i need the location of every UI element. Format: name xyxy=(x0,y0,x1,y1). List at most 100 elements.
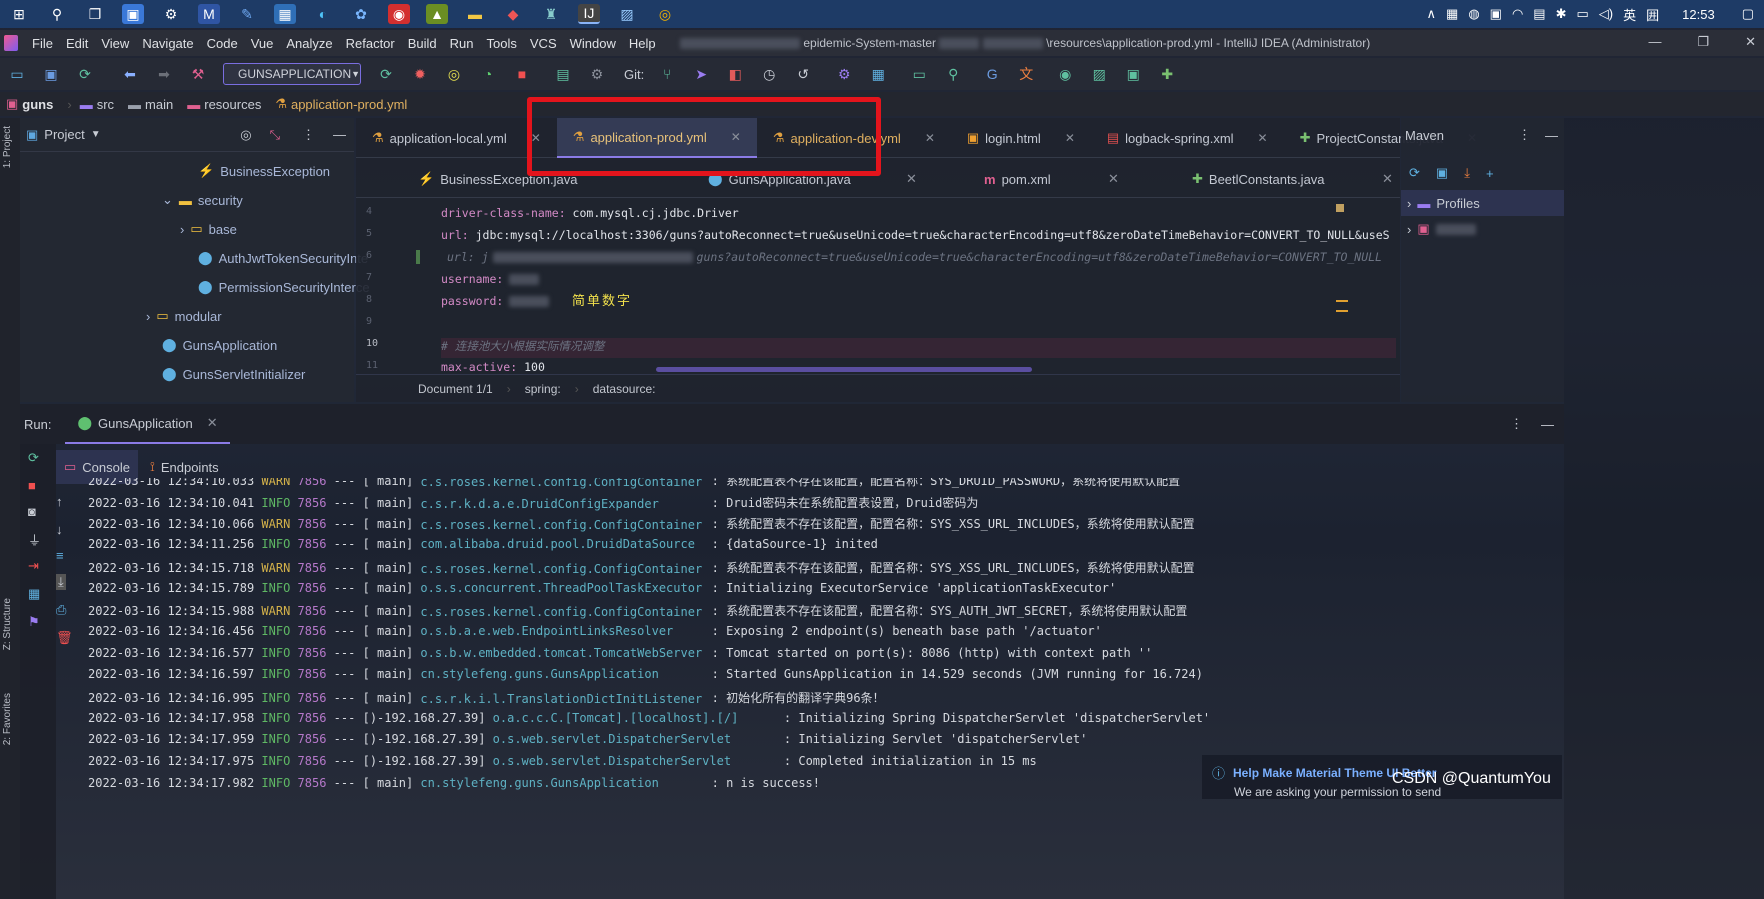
close-icon[interactable]: ✕ xyxy=(207,415,218,431)
close-icon[interactable]: ✕ xyxy=(1745,34,1756,50)
search-icon[interactable]: ⚲ xyxy=(46,4,68,24)
code-editor[interactable]: driver-class-name: com.mysql.cj.jdbc.Dri… xyxy=(441,202,1396,374)
menu-analyze[interactable]: Analyze xyxy=(286,36,332,51)
maven-profiles-node[interactable]: › ▬ Profiles xyxy=(1401,190,1564,216)
ime-grid-icon[interactable]: 囲 xyxy=(1646,5,1659,24)
hide-icon[interactable]: — xyxy=(1545,128,1558,143)
netease-music-icon[interactable]: ◉ xyxy=(388,4,410,24)
hide-icon[interactable]: — xyxy=(333,127,346,142)
close-icon[interactable]: ✕ xyxy=(1382,160,1393,198)
close-icon[interactable]: ✕ xyxy=(925,131,935,145)
log-class[interactable]: c.s.r.k.d.a.e.DruidConfigExpander xyxy=(420,497,704,511)
coverage-icon[interactable]: ◎ xyxy=(444,64,464,84)
tray-app-icon[interactable]: ▤ xyxy=(1533,6,1545,22)
image-viewer-icon[interactable]: ▨ xyxy=(616,4,638,24)
ime-indicator[interactable]: 英 xyxy=(1623,5,1636,24)
menu-edit[interactable]: Edit xyxy=(66,36,88,51)
log-class[interactable]: o.s.s.concurrent.ThreadPoolTaskExecutor xyxy=(420,581,704,595)
profile-icon[interactable]: ◔ xyxy=(478,64,498,84)
close-icon[interactable]: ✕ xyxy=(906,160,917,198)
edge-browser-icon[interactable]: ◐ xyxy=(312,4,334,24)
build-hammer-icon[interactable]: ⚒ xyxy=(188,64,208,84)
hide-icon[interactable]: — xyxy=(1541,417,1554,432)
reimport-icon[interactable]: ▣ xyxy=(1436,165,1448,181)
print-icon[interactable]: ⎙ xyxy=(56,602,66,618)
pen-icon[interactable]: ✎ xyxy=(236,4,258,24)
log-class[interactable]: cn.stylefeng.guns.GunsApplication xyxy=(420,667,704,681)
chevron-up-icon[interactable]: ∧ xyxy=(1427,6,1437,22)
log-class[interactable]: c.s.r.k.i.l.TranslationDictInitListener xyxy=(420,692,704,706)
breadcrumb-item[interactable]: ▬ src xyxy=(80,97,114,112)
translate-icon[interactable]: G xyxy=(982,64,1002,84)
maven-project-node[interactable]: › ▣ xyxy=(1401,216,1564,242)
download-icon[interactable]: ⤓ xyxy=(1464,165,1470,181)
app-icon[interactable]: ◆ xyxy=(502,4,524,24)
chevron-right-icon[interactable]: › xyxy=(146,309,150,324)
settings-icon[interactable]: ⚙ xyxy=(160,4,182,24)
sync-icon[interactable]: ⟳ xyxy=(75,64,95,84)
menu-code[interactable]: Code xyxy=(207,36,238,51)
app-icon[interactable]: ▣ xyxy=(122,4,144,24)
structure-tool-window-label[interactable]: Z: Structure xyxy=(2,598,13,650)
breadcrumb-item[interactable]: ▣ guns xyxy=(6,96,53,112)
battery-icon[interactable]: ▭ xyxy=(1577,6,1589,22)
log-class[interactable]: o.s.web.servlet.DispatcherServlet xyxy=(493,732,777,746)
close-icon[interactable]: ✕ xyxy=(1108,160,1119,198)
volume-icon[interactable]: ◁) xyxy=(1599,6,1613,22)
more-options-icon[interactable]: ⋮ xyxy=(1510,416,1523,432)
tree-item[interactable]: › ▭ base xyxy=(180,221,237,237)
back-arrow-icon[interactable]: ⬅ xyxy=(120,64,140,84)
clock[interactable]: 12:53 xyxy=(1682,7,1715,22)
settings-wrench-icon[interactable]: ⚙ xyxy=(587,64,607,84)
translate-alt-icon[interactable]: 文 xyxy=(1016,64,1036,84)
stop-icon[interactable]: ■ xyxy=(28,478,36,493)
arrow-up-icon[interactable]: ↑ xyxy=(56,494,63,509)
project-tool-window-label[interactable]: 1: Project xyxy=(2,126,13,168)
menu-vcs[interactable]: VCS xyxy=(530,36,557,51)
tree-item[interactable]: ⬤ AuthJwtTokenSecurityInte xyxy=(198,250,368,266)
chevron-right-icon[interactable]: › xyxy=(1407,196,1411,211)
menu-view[interactable]: View xyxy=(101,36,129,51)
intellij-taskbar-icon[interactable]: IJ xyxy=(578,4,600,24)
app-icon[interactable]: M xyxy=(198,4,220,24)
stop-icon[interactable]: ■ xyxy=(512,64,532,84)
tree-item[interactable]: ⬤ GunsServletInitializer xyxy=(162,366,305,382)
chevron-down-icon[interactable]: ▼ xyxy=(91,129,101,140)
folder-icon[interactable]: ▬ xyxy=(464,4,486,24)
menu-navigate[interactable]: Navigate xyxy=(142,36,193,51)
camera-icon[interactable]: ◙ xyxy=(28,504,36,519)
log-class[interactable]: c.s.roses.kernel.config.ConfigContainer xyxy=(420,478,704,489)
collapse-icon[interactable]: ⤡ xyxy=(270,127,280,143)
tray-app-icon[interactable]: ◍ xyxy=(1468,6,1479,22)
log-class[interactable]: c.s.roses.kernel.config.ConfigContainer xyxy=(420,562,704,576)
debug-bug-icon[interactable]: ✹ xyxy=(410,64,430,84)
tab-logback-spring[interactable]: ▤ logback-spring.xml ✕ xyxy=(1091,118,1284,158)
image-icon[interactable]: ▨ xyxy=(1089,64,1109,84)
tray-app-icon[interactable]: ▣ xyxy=(1490,6,1502,22)
run-configuration-select[interactable]: GUNSAPPLICATION ▼ xyxy=(223,63,361,85)
rerun-icon[interactable]: ⟳ xyxy=(28,450,39,466)
chevron-right-icon[interactable]: › xyxy=(1407,222,1411,237)
console-output[interactable]: 2022-03-16 12:34:10.033 WARN 7856 --- [ … xyxy=(88,478,1388,899)
tray-app-icon[interactable]: ▦ xyxy=(1446,6,1458,22)
settings-icon[interactable]: ⚙ xyxy=(834,64,854,84)
horizontal-scrollbar[interactable] xyxy=(656,367,1032,372)
log-class[interactable]: cn.stylefeng.guns.GunsApplication xyxy=(420,776,704,790)
wifi-icon[interactable]: ◠ xyxy=(1512,6,1523,22)
log-class[interactable]: o.s.web.servlet.DispatcherServlet xyxy=(493,754,777,768)
log-class[interactable]: o.s.b.w.embedded.tomcat.TomcatWebServer xyxy=(420,646,704,660)
add-icon[interactable]: + xyxy=(1486,166,1494,181)
chevron-right-icon[interactable]: › xyxy=(180,222,184,237)
structure-icon[interactable]: ▦ xyxy=(868,64,888,84)
scroll-to-end-icon[interactable]: ⤓ xyxy=(56,574,66,590)
minimize-icon[interactable]: — xyxy=(1648,34,1661,50)
tab-login-html[interactable]: ▣ login.html ✕ xyxy=(951,118,1091,158)
windows-start-icon[interactable]: ⊞ xyxy=(8,4,30,24)
menu-file[interactable]: File xyxy=(32,36,53,51)
game-icon[interactable]: ▲ xyxy=(426,4,448,24)
target-icon[interactable]: ◎ xyxy=(240,127,251,143)
tab-beetl-constants[interactable]: ✚ BeetlConstants.java xyxy=(1192,160,1325,198)
menu-refactor[interactable]: Refactor xyxy=(346,36,395,51)
tree-item[interactable]: ⬤ PermissionSecurityInterce xyxy=(198,279,370,295)
menu-run[interactable]: Run xyxy=(450,36,474,51)
